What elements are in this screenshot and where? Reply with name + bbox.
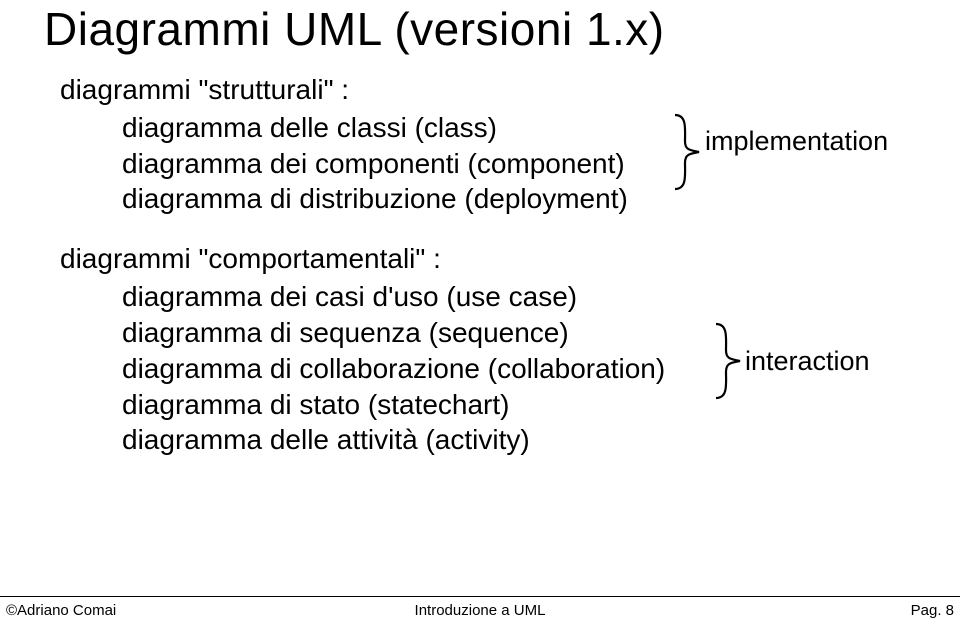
behavioral-item-2: diagramma di sequenza (sequence) bbox=[60, 315, 665, 351]
brace-icon bbox=[672, 113, 702, 191]
structural-item-2: diagramma dei componenti (component) bbox=[60, 146, 665, 182]
footer: ©Adriano Comai Introduzione a UML Pag. 8 bbox=[0, 596, 960, 624]
behavioral-item-1: diagramma dei casi d'uso (use case) bbox=[60, 279, 665, 315]
annotation-interaction: interaction bbox=[745, 346, 870, 377]
footer-center: Introduzione a UML bbox=[0, 602, 960, 619]
structural-item-1: diagramma delle classi (class) bbox=[60, 110, 665, 146]
section-behavioral-head: diagrammi "comportamentali" : bbox=[60, 241, 665, 277]
structural-item-3: diagramma di distribuzione (deployment) bbox=[60, 181, 665, 217]
section-structural-head: diagrammi "strutturali" : bbox=[60, 72, 665, 108]
footer-right: Pag. 8 bbox=[911, 602, 954, 619]
brace-icon bbox=[713, 322, 743, 400]
page-title: Diagrammi UML (versioni 1.x) bbox=[44, 2, 665, 56]
behavioral-item-4: diagramma di stato (statechart) bbox=[60, 387, 665, 423]
behavioral-item-5: diagramma delle attività (activity) bbox=[60, 422, 665, 458]
behavioral-item-3: diagramma di collaborazione (collaborati… bbox=[60, 351, 665, 387]
body-text: diagrammi "strutturali" : diagramma dell… bbox=[60, 72, 665, 468]
annotation-implementation: implementation bbox=[705, 126, 888, 157]
footer-divider bbox=[0, 596, 960, 597]
